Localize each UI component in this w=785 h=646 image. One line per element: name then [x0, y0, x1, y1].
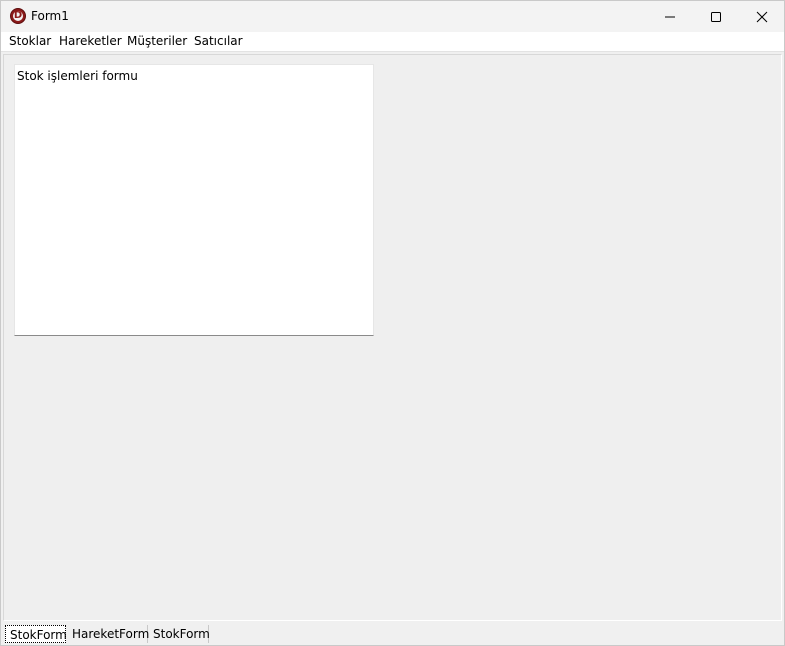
menu-item-musteriler[interactable]: Müşteriler — [127, 34, 187, 49]
menu-item-stoklar[interactable]: Stoklar — [9, 34, 51, 49]
menu-bar: Stoklar Hareketler Müşteriler Satıcılar — [1, 32, 784, 52]
tab-hareketform[interactable]: HareketForm — [68, 625, 149, 643]
main-window: D Form1 Stoklar Hareketler Müşteriler Sa… — [0, 0, 785, 646]
minimize-button[interactable] — [647, 1, 693, 32]
close-button[interactable] — [739, 1, 784, 32]
minimize-icon — [665, 16, 675, 18]
title-bar[interactable]: D Form1 — [1, 1, 784, 32]
maximize-button[interactable] — [693, 1, 739, 32]
delphi-app-icon[interactable]: D — [10, 8, 26, 24]
tab-stokform[interactable]: StokForm — [5, 625, 67, 643]
menu-item-hareketler[interactable]: Hareketler — [59, 34, 122, 49]
window-title: Form1 — [31, 9, 69, 23]
close-icon — [756, 11, 768, 23]
app-icon-letter: D — [13, 10, 23, 21]
tab-stokform-2[interactable]: StokForm — [149, 625, 210, 643]
maximize-icon — [711, 12, 721, 22]
form-tab-strip: StokForm HareketForm StokForm — [1, 623, 784, 645]
stok-child-form[interactable]: Stok işlemleri formu — [14, 64, 374, 336]
child-form-label: Stok işlemleri formu — [17, 69, 138, 83]
menu-item-saticilar[interactable]: Satıcılar — [194, 34, 243, 49]
